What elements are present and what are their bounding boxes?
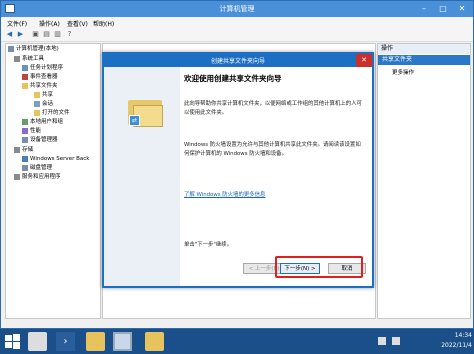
powershell-icon[interactable]: › (56, 332, 75, 351)
menu-bar: 文件(F) 操作(A) 查看(V) 帮助(H) (1, 17, 473, 28)
tree-item-storage[interactable]: 存储 (14, 146, 33, 155)
tree-item-local-users[interactable]: 本地用户和组 (22, 118, 63, 127)
tools-icon (14, 55, 20, 62)
wizard-title: 创建共享文件夹向导 (210, 58, 265, 65)
tree-item-shared-folders[interactable]: 共享文件夹 (22, 82, 58, 91)
wizard-heading: 欢迎使用创建共享文件夹向导 (184, 74, 282, 83)
console-tree: 计算机管理(本地) 系统工具 任务计划程序 事件查看器 共享文件夹 共享 会话 … (5, 43, 101, 319)
server-manager-icon[interactable] (28, 332, 47, 351)
back-arrow-icon[interactable]: ◀ (5, 30, 14, 39)
wizard-title-bar: 创建共享文件夹向导 ✕ (104, 54, 372, 67)
backup-icon (22, 155, 28, 162)
tree-item-event-viewer[interactable]: 事件查看器 (22, 73, 58, 82)
session-icon (34, 100, 40, 107)
up-folder-icon[interactable]: ▣ (31, 30, 40, 39)
wizard-close-icon[interactable]: ✕ (356, 54, 372, 67)
folder-icon (34, 91, 40, 98)
maximize-button[interactable]: □ (434, 2, 452, 15)
minimize-button[interactable]: – (415, 2, 433, 15)
status-bar (1, 319, 473, 328)
window-title: 计算机管理 (219, 5, 255, 13)
file-explorer-icon[interactable] (86, 332, 105, 351)
tree-root[interactable]: 计算机管理(本地) (8, 45, 59, 54)
tree-item-server-backup[interactable]: Windows Server Back (22, 155, 89, 164)
highlight-box (275, 256, 363, 278)
start-button[interactable] (3, 332, 22, 351)
tree-item-shares[interactable]: 共享 (34, 91, 53, 100)
menu-help[interactable]: 帮助(H) (93, 19, 114, 28)
taskbar: › 14:34 2022/11/4 (0, 329, 474, 354)
wizard-side-panel: ⇄ (104, 67, 180, 286)
network-icon[interactable] (378, 337, 386, 345)
tree-item-disk-management[interactable]: 磁盘管理 (22, 164, 52, 173)
computer-icon (8, 45, 14, 52)
clock-date: 2022/11/4 (441, 342, 472, 349)
disk-icon (22, 164, 28, 171)
computer-management-taskbar-icon[interactable] (113, 332, 132, 351)
event-icon (22, 73, 28, 80)
wizard-content: 欢迎使用创建共享文件夹向导 此向导帮助你共享计算机文件夹，以便网络或工作组的其他… (180, 67, 372, 286)
tree-item-open-files[interactable]: 打开的文件 (34, 109, 70, 118)
wizard-intro-text: 此向导帮助你共享计算机文件夹，以便网络或工作组的其他计算机上的人可以使用此文件夹… (184, 101, 362, 116)
share-badge-icon: ⇄ (129, 115, 140, 126)
tree-item-performance[interactable]: 性能 (22, 127, 41, 136)
storage-icon (14, 146, 20, 153)
tree-item-device-manager[interactable]: 设备管理器 (22, 136, 58, 145)
tree-item-sessions[interactable]: 会话 (34, 100, 53, 109)
actions-section-shared-folders[interactable]: 共享文件夹 (378, 55, 470, 65)
folder-icon (22, 82, 28, 89)
services-icon (14, 173, 20, 180)
device-icon (22, 136, 28, 143)
actions-header: 操作 (378, 44, 470, 54)
menu-file[interactable]: 文件(F) (7, 19, 27, 28)
toolbar: ◀ ▶ ▣ ▤ ▥ ? (1, 28, 473, 42)
title-bar: 计算机管理 – □ ✕ (1, 1, 473, 17)
users-icon (22, 118, 28, 125)
clock-icon (22, 64, 28, 71)
properties-icon[interactable]: ▥ (53, 30, 62, 39)
create-shared-folder-wizard: 创建共享文件夹向导 ✕ ⇄ 欢迎使用创建共享文件夹向导 此向导帮助你共享计算机文… (102, 52, 374, 288)
help-icon[interactable]: ? (65, 30, 74, 39)
tree-item-system-tools[interactable]: 系统工具 (14, 55, 44, 64)
firewall-info-link[interactable]: 了解 Windows 防火墙的更多信息 (184, 190, 265, 198)
forward-arrow-icon[interactable]: ▶ (16, 30, 25, 39)
close-button[interactable]: ✕ (453, 2, 471, 15)
folder-icon (34, 109, 40, 116)
clock-time: 14:34 (454, 332, 472, 339)
volume-icon[interactable] (392, 337, 400, 345)
wizard-firewall-text: Windows 防火墙设置为允许与其他计算机共享此文件夹。请阅读该设置如何保护计… (184, 142, 361, 157)
show-tree-icon[interactable]: ▤ (42, 30, 51, 39)
actions-pane: 操作 共享文件夹 更多操作 (377, 43, 471, 319)
menu-view[interactable]: 查看(V) (67, 19, 88, 28)
folder-taskbar-icon[interactable] (145, 332, 164, 351)
windows-logo-icon (5, 334, 20, 349)
performance-icon (22, 127, 28, 134)
tree-item-services-apps[interactable]: 服务和应用程序 (14, 173, 61, 182)
menu-action[interactable]: 操作(A) (39, 19, 60, 28)
wizard-continue-text: 单击"下一步"继续。 (184, 242, 233, 248)
clock[interactable]: 14:34 2022/11/4 (430, 331, 472, 351)
more-actions-link[interactable]: 更多操作 (392, 68, 414, 76)
tree-item-task-scheduler[interactable]: 任务计划程序 (22, 64, 63, 73)
